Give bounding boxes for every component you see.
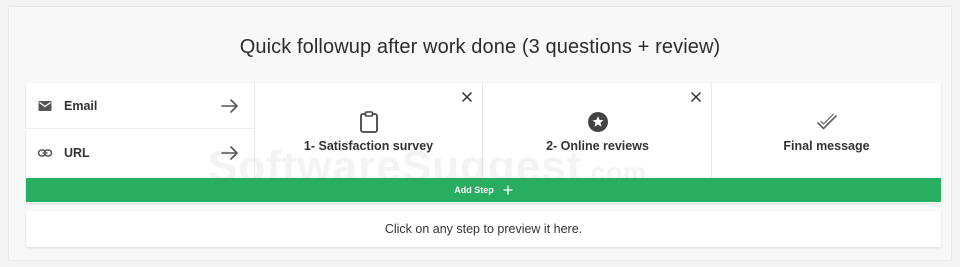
channel-list: Email URL: [26, 83, 255, 177]
step-preview-panel: Click on any step to preview it here.: [26, 211, 941, 247]
channel-email-label: Email: [64, 98, 98, 113]
add-step-button[interactable]: Add Step: [26, 178, 941, 202]
preview-hint: Click on any step to preview it here.: [384, 222, 583, 236]
channel-email[interactable]: Email: [26, 83, 255, 129]
clipboard-icon: [359, 111, 378, 133]
checkmark-icon: [816, 113, 837, 130]
page-title: Quick followup after work done (3 questi…: [239, 36, 721, 58]
arrow-right-icon[interactable]: [220, 143, 240, 163]
channel-url-label: URL: [64, 146, 90, 160]
plus-icon: [503, 185, 513, 195]
close-icon[interactable]: [690, 91, 702, 103]
step-final-message[interactable]: Final message: [712, 83, 941, 177]
step-label: 1- Satisfaction survey: [303, 139, 434, 153]
step-label: Final message: [783, 139, 870, 153]
link-icon: [37, 149, 53, 157]
arrow-right-icon[interactable]: [220, 96, 240, 116]
add-step-label: Add Step: [454, 185, 494, 195]
close-icon[interactable]: [461, 91, 473, 103]
step-label: 2- Online reviews: [546, 139, 649, 153]
channel-url[interactable]: URL: [26, 130, 255, 176]
star-badge-icon: [587, 112, 608, 132]
step-online-reviews[interactable]: 2- Online reviews: [484, 83, 712, 177]
step-satisfaction-survey[interactable]: 1- Satisfaction survey: [255, 83, 483, 177]
mail-icon: [38, 100, 52, 111]
flow-editor-card: Email URL 1- Satisfaction survey 2- Onli…: [26, 83, 941, 203]
